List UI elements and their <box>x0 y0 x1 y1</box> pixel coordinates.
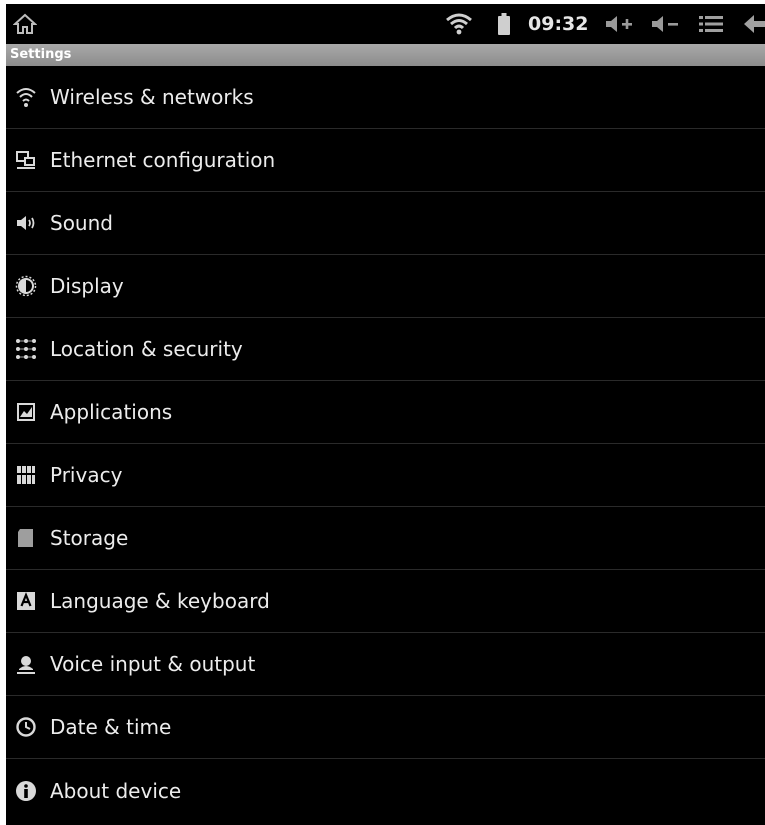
volume-up-icon[interactable] <box>602 4 636 44</box>
settings-item-label: Ethernet configuration <box>50 148 276 172</box>
privacy-icon <box>14 463 38 487</box>
settings-item-label: Applications <box>50 400 173 424</box>
sd-card-icon <box>14 526 38 550</box>
status-bar: 09:32 <box>6 4 765 44</box>
settings-item-about-device[interactable]: About device <box>6 759 765 822</box>
settings-list: Wireless & networks Ethernet configurati… <box>6 66 765 822</box>
settings-item-label: Wireless & networks <box>50 85 254 109</box>
settings-item-wireless-networks[interactable]: Wireless & networks <box>6 66 765 129</box>
settings-item-label: Sound <box>50 211 113 235</box>
settings-item-voice-input-output[interactable]: Voice input & output <box>6 633 765 696</box>
settings-item-label: Voice input & output <box>50 652 256 676</box>
settings-item-applications[interactable]: Applications <box>6 381 765 444</box>
wifi-icon <box>444 4 474 44</box>
settings-item-label: Privacy <box>50 463 123 487</box>
settings-item-label: Location & security <box>50 337 243 361</box>
info-icon <box>14 779 38 803</box>
settings-item-date-time[interactable]: Date & time <box>6 696 765 759</box>
settings-item-privacy[interactable]: Privacy <box>6 444 765 507</box>
wifi-icon <box>14 85 38 109</box>
clock-icon <box>14 715 38 739</box>
battery-icon <box>494 4 514 44</box>
settings-item-storage[interactable]: Storage <box>6 507 765 570</box>
settings-item-sound[interactable]: Sound <box>6 192 765 255</box>
ethernet-icon <box>14 148 38 172</box>
status-clock: 09:32 <box>528 13 589 35</box>
speaker-icon <box>14 211 38 235</box>
title-bar: Settings <box>6 44 765 66</box>
settings-item-label: About device <box>50 778 182 803</box>
location-grid-icon <box>14 337 38 361</box>
applications-icon <box>14 400 38 424</box>
settings-item-display[interactable]: Display <box>6 255 765 318</box>
back-icon[interactable] <box>742 4 765 44</box>
brightness-icon <box>14 274 38 298</box>
settings-item-label: Storage <box>50 526 129 550</box>
volume-down-icon[interactable] <box>648 4 682 44</box>
keyboard-a-icon <box>14 589 38 613</box>
page-title: Settings <box>10 47 72 62</box>
device-screen: 09:32 Settings Wireless & networks Ether… <box>6 4 765 825</box>
voice-icon <box>14 652 38 676</box>
settings-item-label: Display <box>50 274 124 298</box>
settings-item-label: Language & keyboard <box>50 589 270 613</box>
settings-item-label: Date & time <box>50 715 172 739</box>
home-icon[interactable] <box>12 4 38 44</box>
settings-item-location-security[interactable]: Location & security <box>6 318 765 381</box>
settings-item-language-keyboard[interactable]: Language & keyboard <box>6 570 765 633</box>
settings-item-ethernet-configuration[interactable]: Ethernet configuration <box>6 129 765 192</box>
menu-icon[interactable] <box>696 4 726 44</box>
